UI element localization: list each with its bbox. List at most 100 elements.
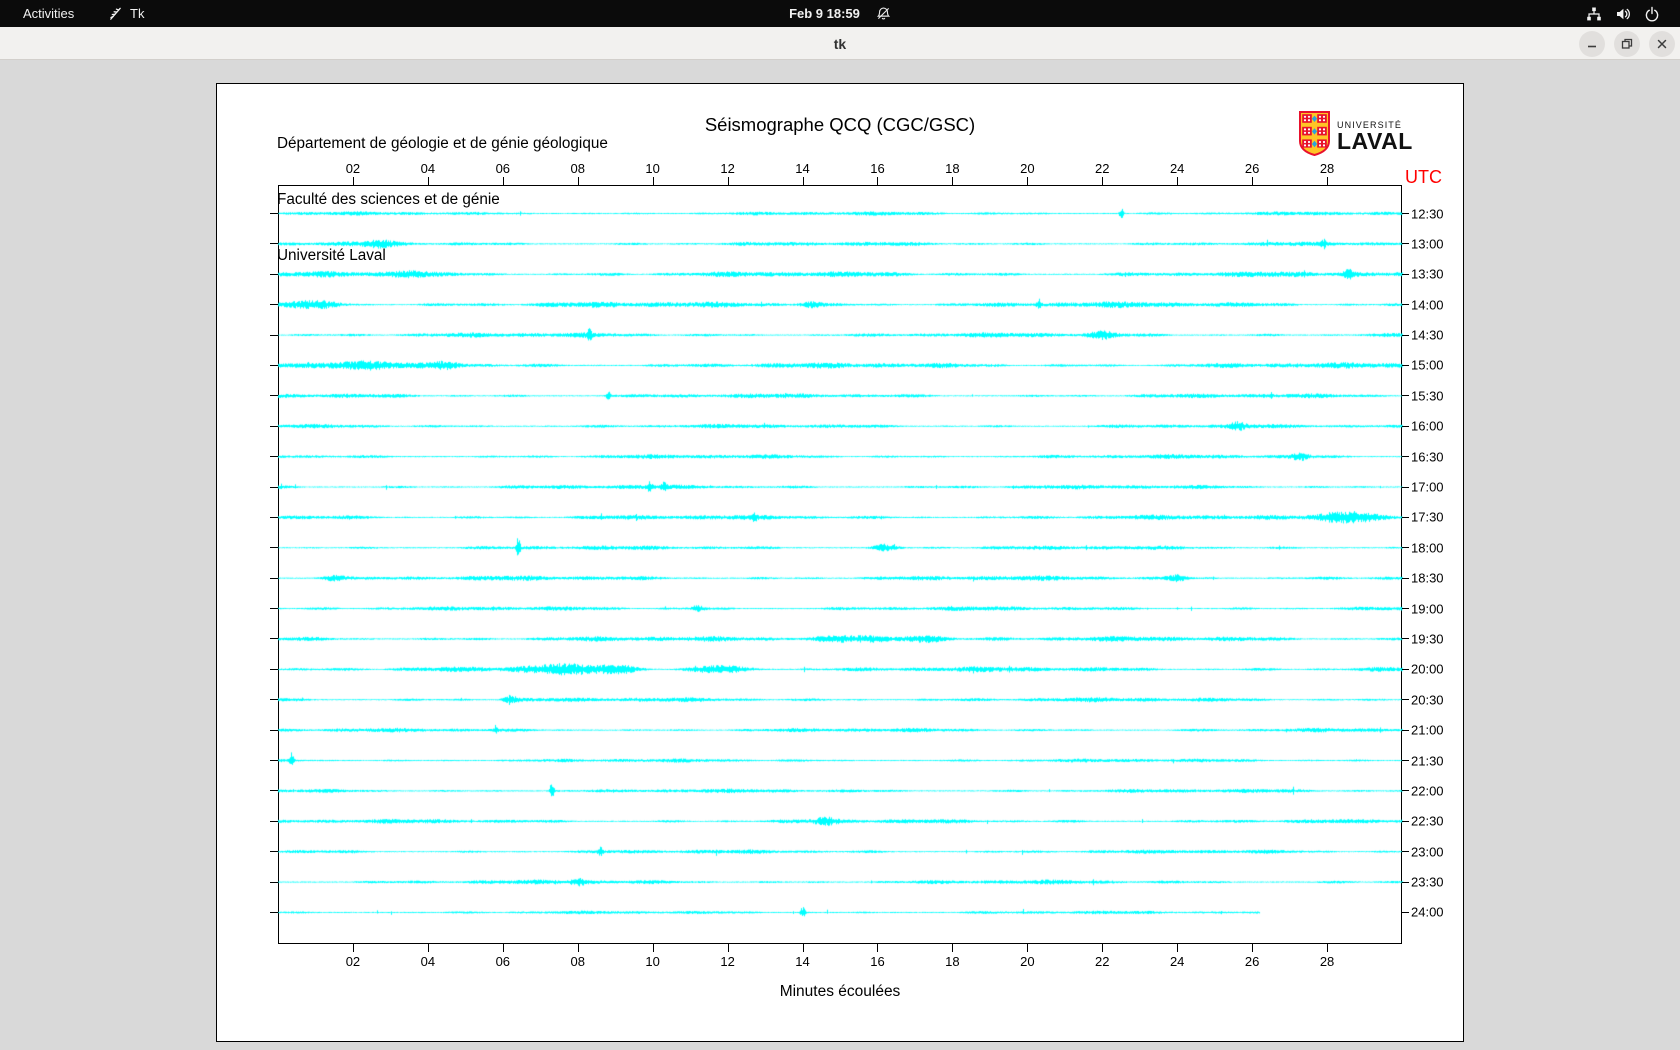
trace-tick-right: [1402, 425, 1409, 427]
x-tick-label-top: 08: [570, 161, 585, 176]
trace-utc-label: 24:00: [1411, 904, 1444, 920]
x-tick-label-bottom: 20: [1020, 954, 1035, 969]
trace-tick-right: [1402, 851, 1409, 853]
trace-tick-right: [1402, 243, 1409, 245]
trace-tick-right: [1402, 608, 1409, 610]
trace-tick-left: [270, 243, 278, 245]
trace-tick-right: [1402, 729, 1409, 731]
x-tick-label-bottom: 18: [945, 954, 960, 969]
x-tick-label-top: 26: [1244, 161, 1260, 176]
window-titlebar[interactable]: tk: [0, 27, 1680, 60]
x-tick-label-top: 20: [1020, 161, 1035, 176]
trace-tick-left: [270, 820, 278, 822]
trace-utc-label: 18:30: [1411, 570, 1444, 586]
trace-utc-label: 23:00: [1411, 844, 1444, 860]
x-tick-bottom: [727, 944, 729, 952]
trace-tick-right: [1402, 790, 1409, 792]
x-tick-top: [877, 177, 879, 185]
trace-tick-left: [270, 729, 278, 731]
trace-tick-left: [270, 395, 278, 397]
x-tick-label-top: 24: [1169, 161, 1185, 176]
x-tick-top: [727, 177, 729, 185]
restore-button[interactable]: [1614, 30, 1640, 57]
x-tick-label-top: 04: [420, 161, 436, 176]
close-button[interactable]: [1649, 30, 1675, 57]
trace-tick-left: [270, 608, 278, 610]
trace-tick-left: [270, 213, 278, 214]
x-tick-bottom: [1327, 944, 1329, 952]
trace-tick-left: [270, 668, 278, 670]
clock-label: Feb 9 18:59: [789, 6, 860, 21]
trace-utc-label: 16:00: [1411, 418, 1444, 434]
x-tick-top: [502, 177, 504, 185]
trace-tick-left: [270, 699, 278, 701]
trace-utc-label: 17:00: [1411, 479, 1444, 495]
x-tick-label-top: 22: [1095, 161, 1110, 176]
trace-tick-right: [1402, 668, 1409, 670]
trace-tick-left: [270, 425, 278, 427]
trace-tick-right: [1402, 638, 1409, 640]
trace-utc-label: 17:30: [1411, 509, 1444, 525]
network-icon[interactable]: [1586, 6, 1602, 22]
x-tick-top: [577, 177, 579, 185]
trace-tick-right: [1402, 456, 1409, 458]
x-tick-label-top: 16: [870, 161, 885, 176]
window-controls: [1579, 27, 1675, 60]
trace-tick-right: [1402, 334, 1409, 336]
trace-tick-left: [270, 486, 278, 488]
x-tick-top: [1252, 177, 1254, 185]
trace-utc-label: 21:30: [1411, 753, 1444, 769]
trace-utc-label: 16:30: [1411, 449, 1444, 465]
x-tick-label-top: 10: [645, 161, 660, 176]
trace-utc-label: 15:00: [1411, 357, 1444, 373]
trace-tick-right: [1402, 213, 1409, 214]
x-tick-label-bottom: 06: [495, 954, 511, 969]
clock-button[interactable]: Feb 9 18:59: [0, 0, 1680, 27]
x-tick-top: [1177, 177, 1179, 185]
trace-utc-label: 23:30: [1411, 874, 1444, 890]
x-tick-bottom: [802, 944, 804, 952]
minimize-button[interactable]: [1579, 30, 1605, 57]
trace-utc-label: 14:00: [1411, 297, 1444, 313]
x-tick-top: [427, 177, 429, 185]
trace-tick-left: [270, 638, 278, 640]
x-tick-label-top: 14: [795, 161, 810, 176]
desktop: Activities Tk Feb 9 18:59 tk 02 02 04 04…: [0, 0, 1680, 1050]
x-tick-label-bottom: 22: [1095, 954, 1110, 969]
trace-tick-left: [270, 577, 278, 579]
trace-tick-right: [1402, 820, 1409, 822]
x-tick-label-top: 12: [720, 161, 735, 176]
x-tick-label-bottom: 24: [1169, 954, 1185, 969]
trace-tick-left: [270, 911, 278, 913]
x-tick-bottom: [427, 944, 429, 952]
trace-tick-left: [270, 364, 278, 366]
x-tick-top: [802, 177, 804, 185]
trace-utc-label: 12:30: [1411, 206, 1444, 221]
trace-utc-label: 14:30: [1411, 327, 1444, 343]
trace-tick-left: [270, 334, 278, 336]
x-tick-label-bottom: 14: [795, 954, 810, 969]
x-tick-top: [1027, 177, 1029, 185]
trace-tick-left: [270, 851, 278, 853]
gnome-top-bar: Activities Tk Feb 9 18:59: [0, 0, 1680, 27]
x-tick-label-bottom: 04: [420, 954, 436, 969]
volume-icon[interactable]: [1615, 6, 1631, 22]
x-tick-top: [1102, 177, 1104, 185]
x-tick-bottom: [877, 944, 879, 952]
x-tick-bottom: [1252, 944, 1254, 952]
trace-utc-label: 21:00: [1411, 722, 1444, 738]
x-tick-label-bottom: 12: [720, 954, 735, 969]
notifications-disabled-icon: [876, 6, 891, 21]
window-title: tk: [833, 35, 847, 52]
trace-tick-left: [270, 760, 278, 762]
system-tray: [1586, 0, 1660, 27]
x-tick-label-top: 28: [1319, 161, 1335, 176]
x-axis-title: Minutes écoulées: [779, 983, 901, 1000]
x-tick-bottom: [952, 944, 954, 952]
power-icon[interactable]: [1644, 6, 1660, 22]
x-tick-top: [952, 177, 954, 185]
x-tick-bottom: [1027, 944, 1029, 952]
trace-tick-right: [1402, 699, 1409, 701]
x-tick-top: [1327, 177, 1329, 185]
x-tick-bottom: [502, 944, 504, 952]
